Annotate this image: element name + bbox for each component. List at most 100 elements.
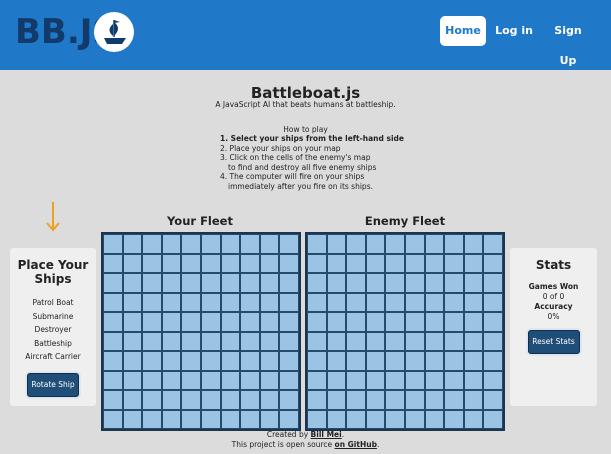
grid-cell[interactable] [405, 292, 425, 312]
grid-cell[interactable] [220, 409, 241, 429]
grid-cell[interactable] [122, 234, 143, 254]
grid-cell[interactable] [405, 312, 425, 332]
grid-cell[interactable] [326, 253, 347, 273]
grid-cell[interactable] [405, 351, 425, 371]
grid-cell[interactable] [181, 292, 201, 312]
grid-cell[interactable] [103, 234, 123, 254]
grid-cell[interactable] [142, 409, 162, 429]
grid-cell[interactable] [259, 312, 280, 332]
grid-cell[interactable] [483, 370, 503, 390]
grid-cell[interactable] [365, 351, 386, 371]
grid-cell[interactable] [444, 390, 464, 410]
grid-cell[interactable] [463, 253, 484, 273]
grid-cell[interactable] [483, 409, 503, 429]
grid-cell[interactable] [240, 273, 260, 293]
grid-cell[interactable] [405, 253, 425, 273]
grid-cell[interactable] [220, 273, 241, 293]
grid-cell[interactable] [259, 234, 280, 254]
grid-cell[interactable] [161, 351, 182, 371]
grid-cell[interactable] [424, 370, 445, 390]
grid-cell[interactable] [326, 234, 347, 254]
grid-cell[interactable] [103, 390, 123, 410]
grid-cell[interactable] [444, 312, 464, 332]
grid-cell[interactable] [385, 370, 405, 390]
grid-cell[interactable] [240, 331, 260, 351]
grid-cell[interactable] [385, 312, 405, 332]
grid-cell[interactable] [279, 351, 299, 371]
grid-cell[interactable] [463, 409, 484, 429]
grid-cell[interactable] [346, 312, 366, 332]
grid-cell[interactable] [142, 331, 162, 351]
grid-cell[interactable] [201, 331, 221, 351]
grid-cell[interactable] [463, 234, 484, 254]
grid-cell[interactable] [279, 331, 299, 351]
grid-cell[interactable] [424, 390, 445, 410]
grid-cell[interactable] [240, 351, 260, 371]
grid-cell[interactable] [122, 312, 143, 332]
grid-cell[interactable] [201, 253, 221, 273]
grid-cell[interactable] [463, 292, 484, 312]
grid-cell[interactable] [365, 312, 386, 332]
grid-cell[interactable] [103, 351, 123, 371]
grid-cell[interactable] [326, 273, 347, 293]
grid-cell[interactable] [307, 292, 327, 312]
grid-cell[interactable] [385, 331, 405, 351]
grid-cell[interactable] [103, 409, 123, 429]
grid-cell[interactable] [122, 292, 143, 312]
grid-cell[interactable] [279, 273, 299, 293]
grid-cell[interactable] [142, 292, 162, 312]
grid-cell[interactable] [161, 234, 182, 254]
grid-cell[interactable] [240, 292, 260, 312]
grid-cell[interactable] [259, 331, 280, 351]
grid-cell[interactable] [424, 292, 445, 312]
grid-cell[interactable] [307, 312, 327, 332]
grid-cell[interactable] [279, 312, 299, 332]
grid-cell[interactable] [463, 312, 484, 332]
grid-cell[interactable] [444, 292, 464, 312]
grid-cell[interactable] [405, 370, 425, 390]
grid-cell[interactable] [240, 253, 260, 273]
grid-cell[interactable] [365, 409, 386, 429]
grid-cell[interactable] [444, 409, 464, 429]
nav-home-button[interactable]: Home [440, 16, 486, 46]
nav-login-button[interactable]: Log in [494, 16, 534, 46]
grid-cell[interactable] [181, 234, 201, 254]
grid-cell[interactable] [240, 234, 260, 254]
grid-cell[interactable] [122, 370, 143, 390]
grid-cell[interactable] [142, 390, 162, 410]
grid-cell[interactable] [326, 331, 347, 351]
grid-cell[interactable] [483, 312, 503, 332]
grid-cell[interactable] [346, 331, 366, 351]
grid-cell[interactable] [161, 409, 182, 429]
grid-cell[interactable] [346, 292, 366, 312]
grid-cell[interactable] [220, 292, 241, 312]
grid-cell[interactable] [444, 351, 464, 371]
author-link[interactable]: Bill Mei [311, 430, 342, 439]
grid-cell[interactable] [201, 273, 221, 293]
ship-item-destroyer[interactable]: Destroyer [10, 323, 96, 337]
grid-cell[interactable] [181, 273, 201, 293]
grid-cell[interactable] [326, 409, 347, 429]
grid-cell[interactable] [365, 273, 386, 293]
grid-cell[interactable] [326, 390, 347, 410]
grid-cell[interactable] [405, 390, 425, 410]
grid-cell[interactable] [220, 390, 241, 410]
grid-cell[interactable] [161, 390, 182, 410]
grid-cell[interactable] [463, 390, 484, 410]
grid-cell[interactable] [444, 331, 464, 351]
grid-cell[interactable] [240, 370, 260, 390]
your-fleet-grid[interactable] [101, 232, 301, 431]
grid-cell[interactable] [346, 351, 366, 371]
grid-cell[interactable] [346, 234, 366, 254]
grid-cell[interactable] [307, 234, 327, 254]
grid-cell[interactable] [365, 331, 386, 351]
grid-cell[interactable] [220, 234, 241, 254]
grid-cell[interactable] [259, 409, 280, 429]
grid-cell[interactable] [424, 331, 445, 351]
grid-cell[interactable] [122, 390, 143, 410]
grid-cell[interactable] [181, 390, 201, 410]
grid-cell[interactable] [405, 409, 425, 429]
grid-cell[interactable] [122, 409, 143, 429]
grid-cell[interactable] [405, 331, 425, 351]
grid-cell[interactable] [161, 292, 182, 312]
